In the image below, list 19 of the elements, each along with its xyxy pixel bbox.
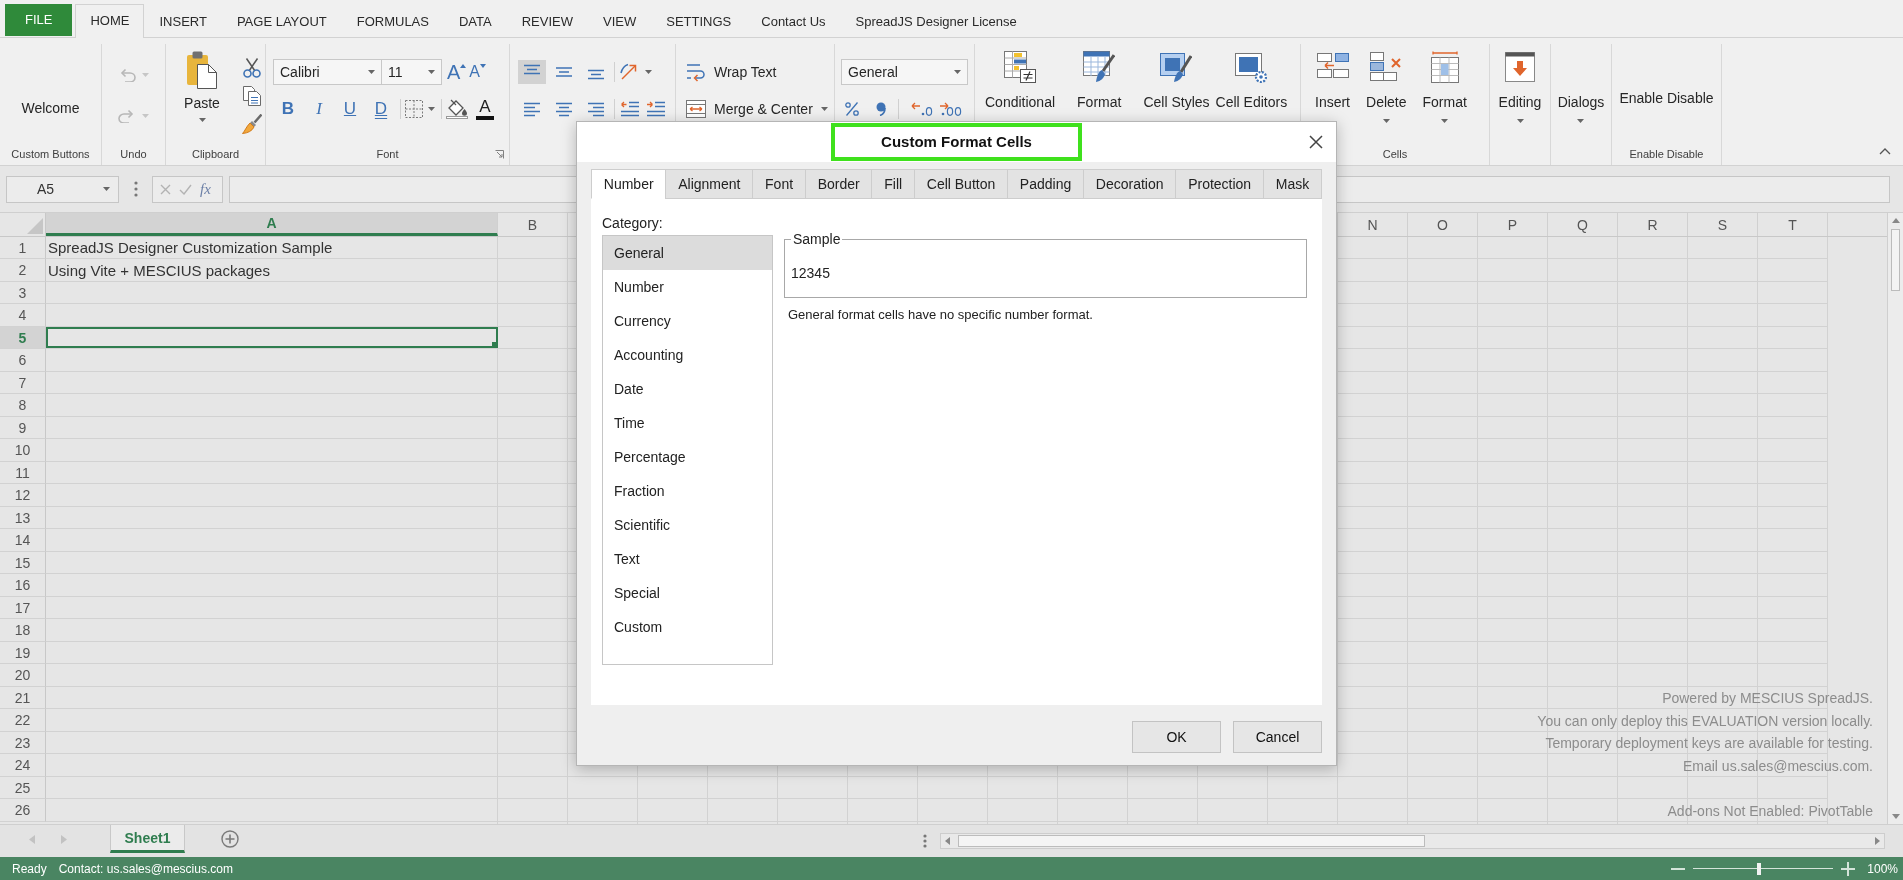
group-label: Font [376,148,399,160]
group-label: Enable Disable [1629,148,1704,160]
status-text: Contact: us.sales@mescius.com [58,861,233,876]
notice-text: Email us.sales@mescius.com. [1682,756,1873,776]
group-label: Cells [1382,148,1408,160]
notice-text: Add-ons Not Enabled: PivotTable [1667,801,1873,821]
group-label: Custom Buttons [11,148,90,160]
category-label: Category: [602,215,663,231]
notice-text: Powered by MESCIUS SpreadJS. [1662,689,1873,708]
status-text: Ready [12,861,47,876]
sample-value: 12345 [791,265,830,281]
zoom-level: 100% [1867,861,1898,876]
dialog-title: Custom Format Cells [881,133,1032,151]
group-label: Clipboard [191,148,240,160]
format-description: General format cells have no specific number format. [787,307,1093,323]
notice-text: You can only deploy this EVALUATION version locally. [1537,711,1873,731]
sample-legend: Sample [791,231,843,247]
notice-text: Temporary deployment keys are available for testing. [1545,734,1873,753]
group-label: Undo [120,148,147,160]
